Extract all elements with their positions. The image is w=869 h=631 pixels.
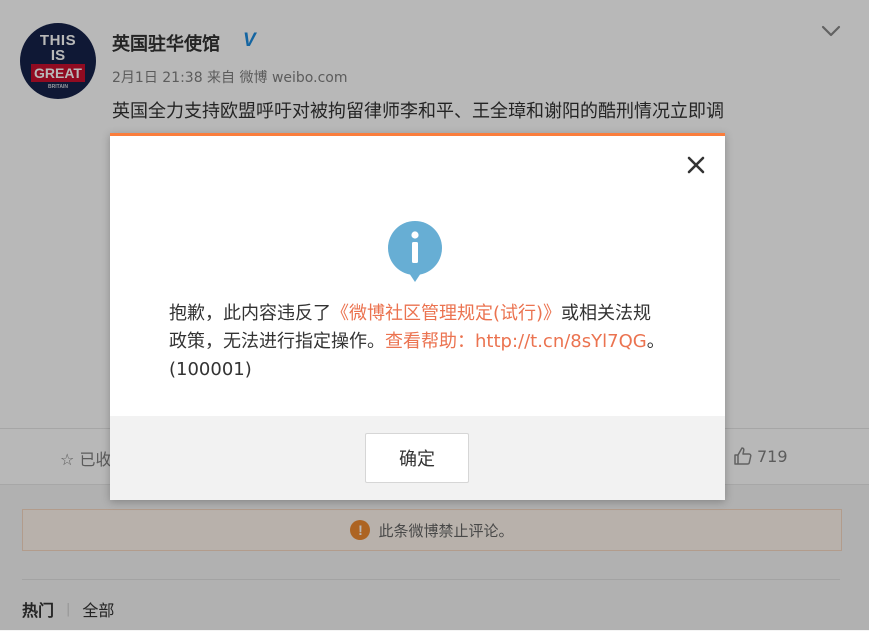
weibo-page: THIS IS GREAT BRITAIN 英国驻华使馆 V 2月1日 21:3… <box>0 0 869 631</box>
rules-link[interactable]: 《微博社区管理规定(试行)》 <box>331 303 561 324</box>
help-link[interactable]: 查看帮助：http://t.cn/8sYl7QG <box>385 331 647 352</box>
dialog-footer: 确定 <box>110 416 725 500</box>
close-icon[interactable] <box>685 154 707 176</box>
error-dialog: 抱歉，此内容违反了《微博社区管理规定(试行)》或相关法规政策，无法进行指定操作。… <box>110 133 725 500</box>
info-icon <box>388 221 442 282</box>
dialog-message: 抱歉，此内容违反了《微博社区管理规定(试行)》或相关法规政策，无法进行指定操作。… <box>169 300 669 384</box>
message-text: 抱歉，此内容违反了 <box>169 303 331 324</box>
ok-button[interactable]: 确定 <box>365 433 469 483</box>
